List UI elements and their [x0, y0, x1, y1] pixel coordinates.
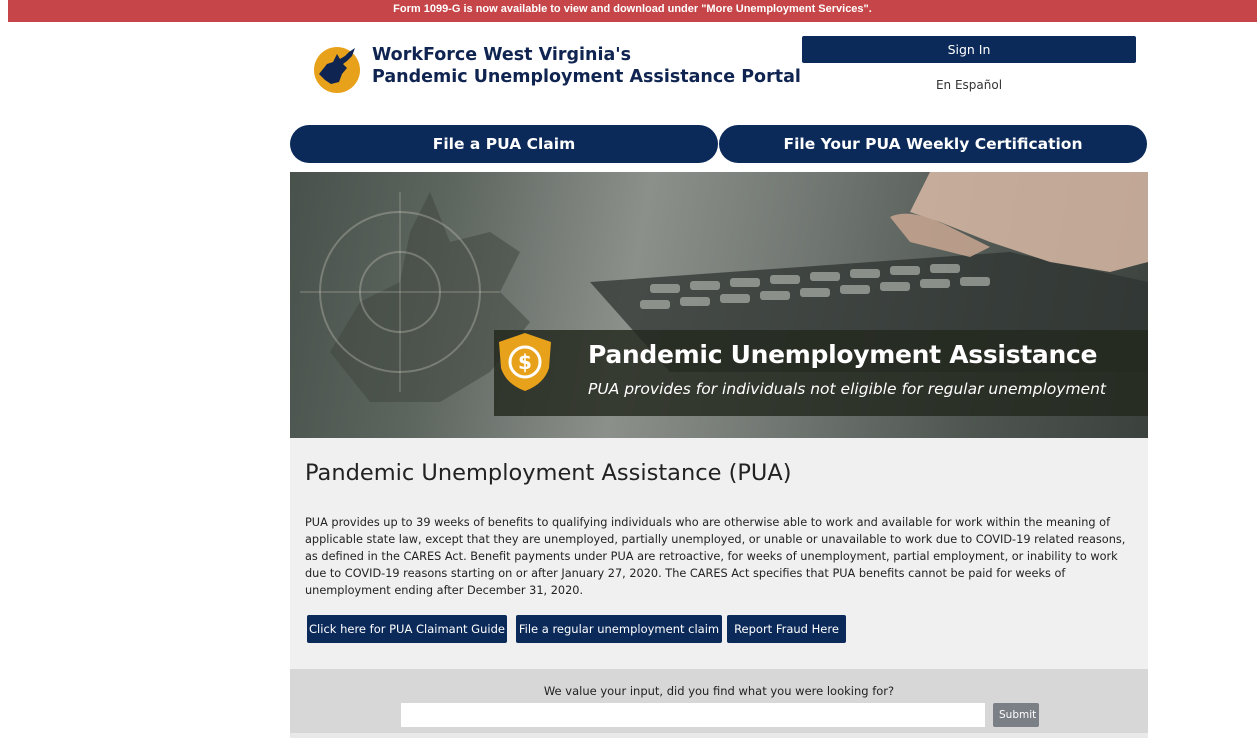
file-pua-claim-button[interactable]: File a PUA Claim	[290, 125, 718, 163]
claimant-guide-button[interactable]: Click here for PUA Claimant Guide	[307, 615, 507, 643]
dollar-shield-icon: $	[499, 333, 551, 391]
hero-caption-band: $ Pandemic Unemployment Assistance PUA p…	[494, 330, 1148, 416]
site-title: WorkForce West Virginia's Pandemic Unemp…	[372, 44, 801, 88]
feedback-input[interactable]	[401, 703, 985, 727]
pua-description: PUA provides up to 39 weeks of benefits …	[305, 516, 1126, 597]
feedback-submit-button[interactable]: Submit	[993, 703, 1039, 727]
hero-title: Pandemic Unemployment Assistance	[588, 340, 1098, 369]
file-weekly-certification-button[interactable]: File Your PUA Weekly Certification	[719, 125, 1147, 163]
site-title-line1: WorkForce West Virginia's	[372, 45, 632, 65]
banner-text: Form 1099-G is now available to view and…	[393, 3, 872, 15]
svg-text:$: $	[518, 350, 532, 374]
page-heading: Pandemic Unemployment Assistance (PUA)	[305, 460, 792, 486]
pua-info-panel: Pandemic Unemployment Assistance (PUA) P…	[290, 438, 1148, 669]
hero-subtitle: PUA provides for individuals not eligibl…	[588, 380, 1106, 398]
wv-state-logo-icon	[314, 47, 360, 93]
language-link[interactable]: En Español	[802, 78, 1136, 92]
sign-in-button[interactable]: Sign In	[802, 36, 1136, 63]
feedback-bottom-strip	[290, 733, 1148, 738]
feedback-section: We value your input, did you find what y…	[290, 669, 1148, 738]
report-fraud-button[interactable]: Report Fraud Here	[727, 615, 846, 643]
site-title-line2: Pandemic Unemployment Assistance Portal	[372, 67, 801, 87]
feedback-question: We value your input, did you find what y…	[543, 684, 895, 698]
notification-banner: Form 1099-G is now available to view and…	[8, 0, 1257, 22]
regular-claim-button[interactable]: File a regular unemployment claim	[516, 615, 722, 643]
hero-banner: $ Pandemic Unemployment Assistance PUA p…	[290, 172, 1148, 438]
